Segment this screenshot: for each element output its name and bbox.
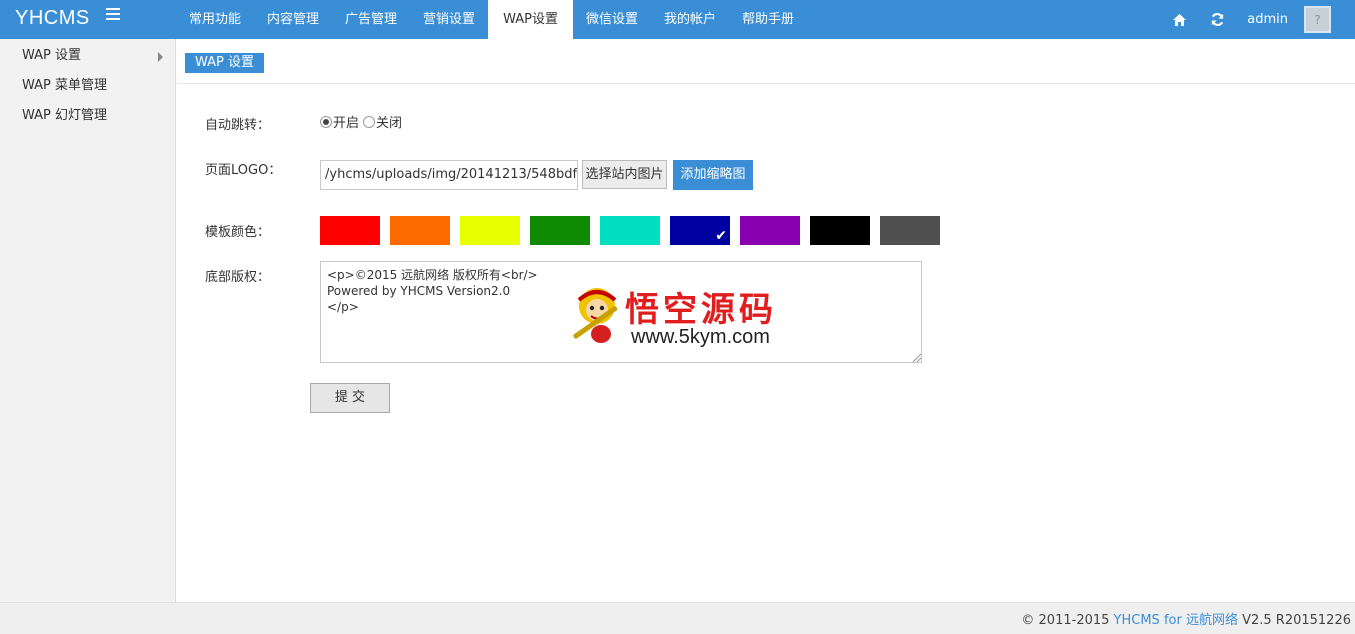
main-content: WAP 设置 自动跳转： 开启 关闭 页面LOGO： /yhcms/upload… xyxy=(177,39,1355,602)
footer-suffix: V2.5 R20151226 xyxy=(1242,613,1351,628)
home-icon[interactable] xyxy=(1171,12,1187,28)
breadcrumb: WAP 设置 xyxy=(177,39,1355,84)
app-logo[interactable]: YHCMS xyxy=(15,7,90,30)
menu-icon[interactable] xyxy=(106,8,120,22)
template-color-label: 模板颜色： xyxy=(205,225,271,240)
color-swatch-group: ✔ xyxy=(320,216,950,245)
color-swatch[interactable] xyxy=(880,216,940,245)
textarea-resize-handle[interactable] xyxy=(913,354,921,362)
nav-item-account[interactable]: 我的帐户 xyxy=(651,0,729,39)
color-swatch[interactable] xyxy=(460,216,520,245)
footer-prefix: © 2011-2015 xyxy=(1021,613,1110,628)
logo-label: 页面LOGO： xyxy=(205,163,282,178)
sidebar-item-wap-settings[interactable]: WAP 设置 xyxy=(0,39,175,69)
radio-off-label[interactable]: 关闭 xyxy=(376,112,402,131)
caret-right-icon xyxy=(158,52,163,62)
color-swatch[interactable] xyxy=(320,216,380,245)
add-thumbnail-button[interactable]: 添加缩略图 xyxy=(673,160,753,190)
watermark-url: www.5kym.com xyxy=(631,326,770,348)
nav-item-wechat[interactable]: 微信设置 xyxy=(573,0,651,39)
top-navbar: YHCMS 常用功能 内容管理 广告管理 营销设置 WAP设置 微信设置 我的帐… xyxy=(0,0,1355,39)
radio-off[interactable] xyxy=(363,115,376,128)
main-nav: 常用功能 内容管理 广告管理 营销设置 WAP设置 微信设置 我的帐户 帮助手册 xyxy=(176,0,807,39)
refresh-icon[interactable] xyxy=(1209,12,1225,28)
sidebar-item-label: WAP 幻灯管理 xyxy=(22,108,108,123)
sidebar-item-wap-slides[interactable]: WAP 幻灯管理 xyxy=(0,99,175,129)
color-swatch[interactable] xyxy=(390,216,450,245)
radio-on-label[interactable]: 开启 xyxy=(333,112,359,131)
color-swatch[interactable] xyxy=(810,216,870,245)
nav-item-help[interactable]: 帮助手册 xyxy=(729,0,807,39)
color-swatch[interactable]: ✔ xyxy=(670,216,730,245)
auto-redirect-label: 自动跳转： xyxy=(205,118,271,133)
nav-item-common[interactable]: 常用功能 xyxy=(176,0,254,39)
nav-item-marketing[interactable]: 营销设置 xyxy=(410,0,488,39)
watermark-title: 悟空源码 xyxy=(625,290,777,330)
nav-item-wap[interactable]: WAP设置 xyxy=(488,0,573,39)
user-name[interactable]: admin xyxy=(1247,12,1288,27)
nav-item-content[interactable]: 内容管理 xyxy=(254,0,332,39)
logo-path-input[interactable]: /yhcms/uploads/img/20141213/548bdf2 xyxy=(320,160,578,190)
nav-item-ads[interactable]: 广告管理 xyxy=(332,0,410,39)
color-swatch[interactable] xyxy=(530,216,590,245)
sidebar: WAP 设置 WAP 菜单管理 WAP 幻灯管理 xyxy=(0,39,176,602)
avatar[interactable]: ? xyxy=(1304,6,1331,33)
sidebar-item-wap-menu[interactable]: WAP 菜单管理 xyxy=(0,69,175,99)
monkey-logo-icon xyxy=(573,288,618,343)
breadcrumb-current: WAP 设置 xyxy=(185,53,265,73)
color-swatch[interactable] xyxy=(600,216,660,245)
footer: © 2011-2015 YHCMS for 远航网络 V2.5 R2015122… xyxy=(0,602,1355,634)
radio-on[interactable] xyxy=(320,115,332,128)
choose-image-button[interactable]: 选择站内图片 xyxy=(582,160,667,189)
footer-link[interactable]: YHCMS for 远航网络 xyxy=(1114,613,1238,628)
check-icon: ✔ xyxy=(715,228,727,244)
sidebar-item-label: WAP 设置 xyxy=(22,48,82,63)
watermark: 悟空源码 www.5kym.com xyxy=(565,282,805,354)
sidebar-item-label: WAP 菜单管理 xyxy=(22,78,108,93)
auto-redirect-radio-group: 开启 关闭 xyxy=(320,112,406,131)
copyright-label: 底部版权： xyxy=(205,270,271,285)
color-swatch[interactable] xyxy=(740,216,800,245)
submit-button[interactable]: 提 交 xyxy=(310,383,390,413)
footer-copyright: © 2011-2015 YHCMS for 远航网络 V2.5 R2015122… xyxy=(1021,609,1351,628)
